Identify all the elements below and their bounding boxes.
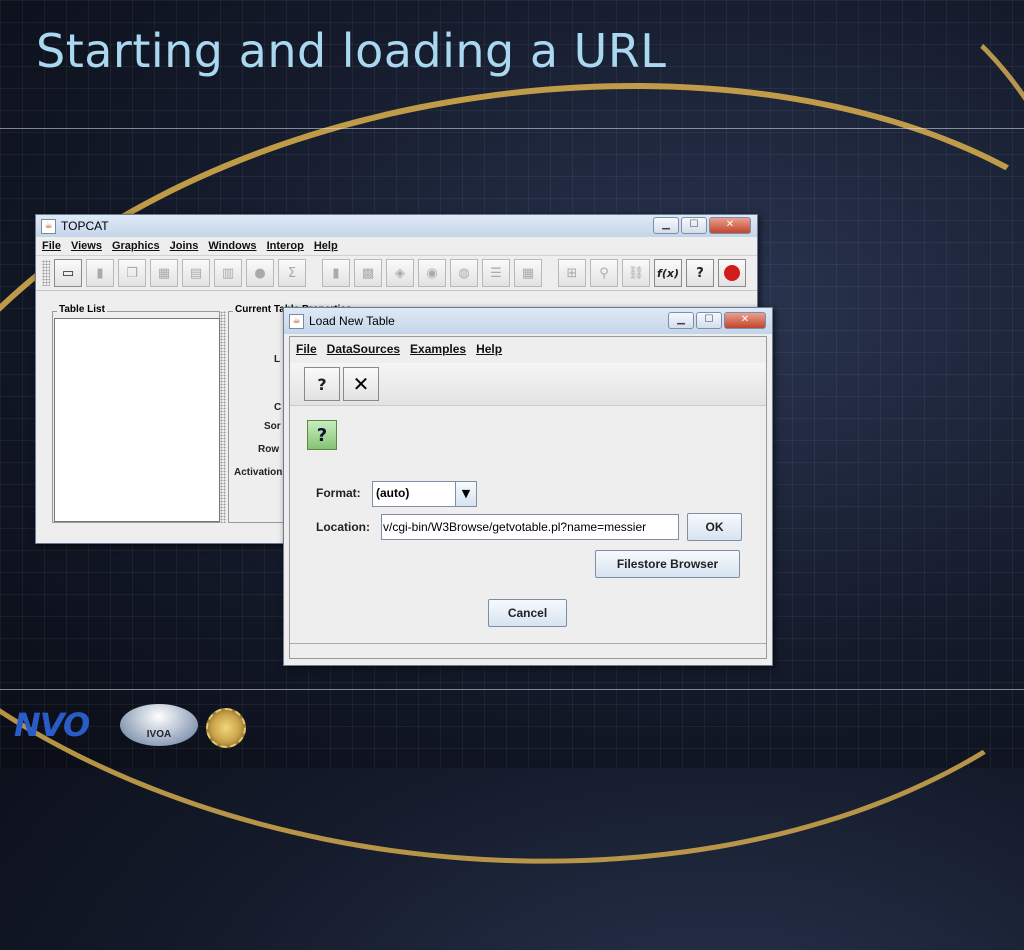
chevron-down-icon[interactable]: ▼ [455,482,476,506]
table-list-panel: Table List [52,304,220,523]
window-title: TOPCAT [61,219,109,233]
menu-file[interactable]: File [296,342,317,356]
topcat-menubar: File Views Graphics Joins Windows Intero… [36,237,757,255]
parameters-icon[interactable]: ▥ [214,259,242,287]
field-label: Sor [264,421,281,432]
load-titlebar[interactable]: ☕ Load New Table ▁ ☐ ✕ [284,308,772,334]
load-table-dialog: ☕ Load New Table ▁ ☐ ✕ File DataSources … [283,307,773,666]
sky-icon[interactable]: ◍ [450,259,478,287]
plot3d-icon[interactable]: ◈ [386,259,414,287]
topcat-titlebar[interactable]: ☕ TOPCAT ▁ ☐ ✕ [36,215,757,237]
ivoa-logo-text: IVOA [146,729,172,740]
location-field[interactable]: v/cgi-bin/W3Browse/getvotable.pl?name=me… [381,514,679,540]
location-label: Location: [316,520,370,534]
concat-icon[interactable]: ⚲ [590,259,618,287]
field-label: Activation [234,467,283,478]
histogram-icon[interactable]: ▮ [322,259,350,287]
slide-title: Starting and loading a URL [36,24,667,78]
link-icon[interactable]: ⛓ [622,259,650,287]
statistics-icon[interactable]: Σ [278,259,306,287]
help-icon[interactable]: ? [686,259,714,287]
location-value: v/cgi-bin/W3Browse/getvotable.pl?name=me… [383,520,647,534]
cancel-button[interactable]: Cancel [488,599,567,627]
footer-divider [0,689,1024,690]
menu-views[interactable]: Views [71,240,102,252]
columns-icon[interactable]: ▤ [182,259,210,287]
menu-interop[interactable]: Interop [267,240,304,252]
maximize-button[interactable]: ☐ [681,217,707,234]
toolbar-grip[interactable] [42,260,50,286]
menu-graphics[interactable]: Graphics [112,240,160,252]
dialog-title: Load New Table [309,314,395,328]
stop-icon[interactable] [718,259,746,287]
close-button[interactable]: ✕ [724,312,766,329]
field-label: C [274,402,282,413]
menu-file[interactable]: File [42,240,61,252]
maximize-button[interactable]: ☐ [696,312,722,329]
menu-joins[interactable]: Joins [170,240,199,252]
help-icon[interactable]: ? [304,367,340,401]
help-question-icon[interactable]: ? [307,420,337,450]
function-icon[interactable]: f(x) [654,259,682,287]
minimize-button[interactable]: ▁ [668,312,694,329]
java-icon: ☕ [289,313,304,329]
plot-icon[interactable]: ▩ [354,259,382,287]
menu-datasources[interactable]: DataSources [327,342,400,356]
density-icon[interactable]: ▦ [514,259,542,287]
load-toolbar: ? ✕ [290,363,766,406]
stack-icon[interactable]: ☰ [482,259,510,287]
sphere-icon[interactable]: ◉ [418,259,446,287]
menu-windows[interactable]: Windows [208,240,256,252]
topcat-toolbar: ▭ ▮ ❐ ▦ ▤ ▥ ● Σ ▮ ▩ ◈ ◉ ◍ ☰ ▦ ⊞ ⚲ ⛓ f(x)… [36,255,757,291]
ok-button[interactable]: OK [687,513,742,541]
save-icon[interactable]: ▮ [86,259,114,287]
table-list[interactable] [54,318,220,522]
filestore-browser-button[interactable]: Filestore Browser [595,550,740,578]
status-bar [290,643,766,658]
menu-help[interactable]: Help [314,240,338,252]
format-label: Format: [316,486,361,500]
field-label: L [274,354,281,365]
match-icon[interactable]: ⊞ [558,259,586,287]
table-list-label: Table List [57,304,107,315]
format-value: (auto) [376,486,410,500]
nvo-logo-text: NVO [14,706,90,744]
close-button[interactable]: ✕ [709,217,751,234]
minimize-button[interactable]: ▁ [653,217,679,234]
nsf-seal-icon [206,708,246,748]
table-view-icon[interactable]: ▦ [150,259,178,287]
open-folder-icon[interactable]: ▭ [54,259,82,287]
subsets-icon[interactable]: ● [246,259,274,287]
close-icon[interactable]: ✕ [343,367,379,401]
title-divider [0,128,1024,129]
ivoa-logo: IVOA [120,704,198,746]
format-select[interactable]: (auto) ▼ [372,481,477,507]
field-label: Row [258,444,280,455]
menu-help[interactable]: Help [476,342,502,356]
nvo-logo: NVO [14,706,110,746]
dialog-body: File DataSources Examples Help ? ✕ ? For… [289,336,767,659]
load-menubar: File DataSources Examples Help [290,337,766,361]
duplicate-icon[interactable]: ❐ [118,259,146,287]
split-divider[interactable] [220,311,226,523]
menu-examples[interactable]: Examples [410,342,466,356]
java-icon: ☕ [41,218,56,234]
